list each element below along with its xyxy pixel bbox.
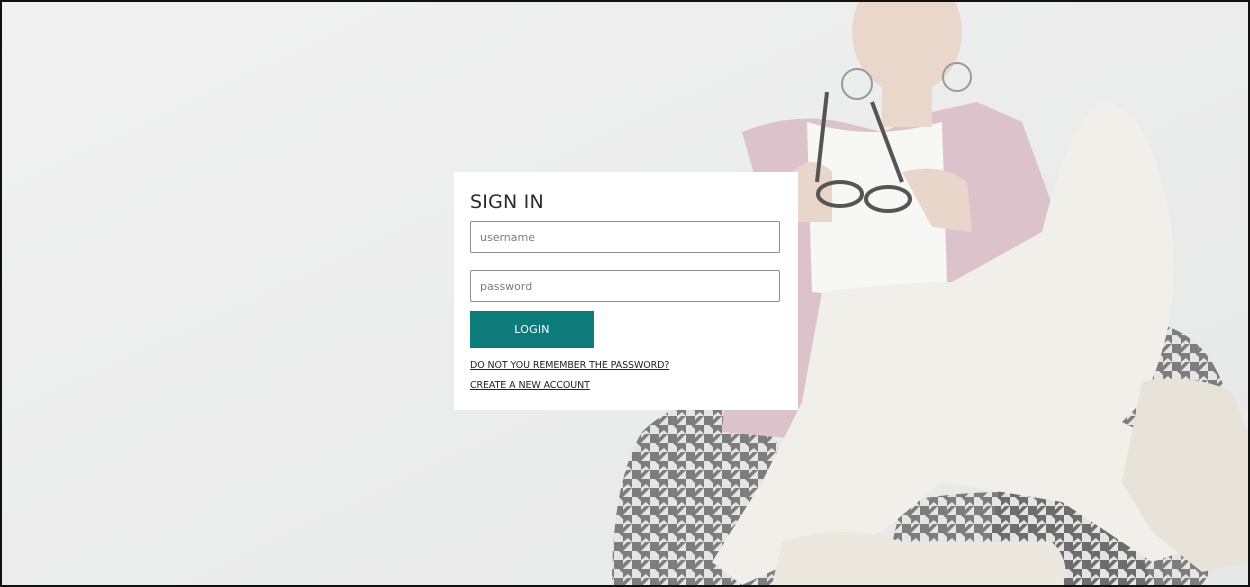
login-card: SIGN IN LOGIN DO NOT YOU REMEMBER THE PA… [454, 172, 798, 410]
forgot-password-link[interactable]: DO NOT YOU REMEMBER THE PASSWORD? [470, 360, 669, 371]
login-button[interactable]: LOGIN [470, 311, 594, 348]
password-input[interactable] [470, 270, 780, 302]
create-account-link[interactable]: CREATE A NEW ACCOUNT [470, 380, 590, 391]
username-input[interactable] [470, 221, 780, 253]
sign-in-title: SIGN IN [470, 191, 544, 213]
login-page: SIGN IN LOGIN DO NOT YOU REMEMBER THE PA… [0, 0, 1250, 587]
